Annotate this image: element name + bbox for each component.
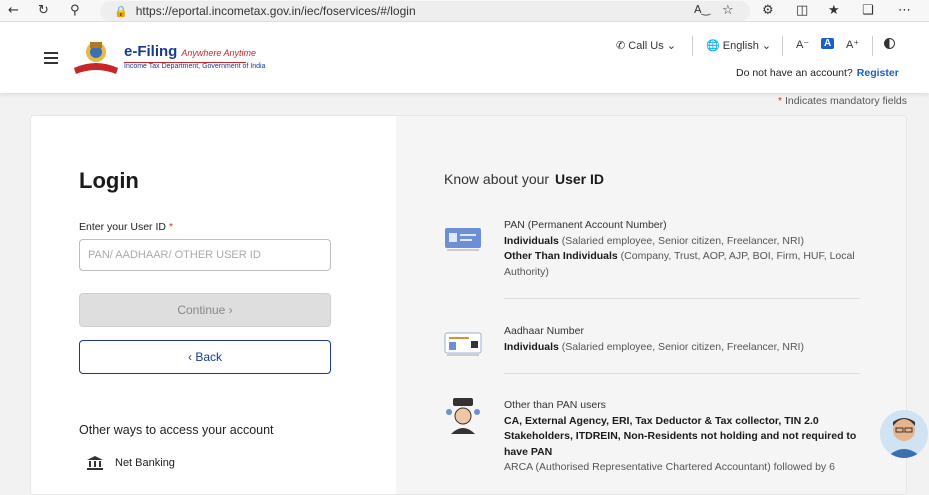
no-account-text: Do not have an account?: [736, 67, 853, 79]
info-item-text: (Salaried employee, Senior citizen, Free…: [558, 234, 804, 247]
info-item-title: Aadhaar Number: [504, 325, 584, 337]
register-link[interactable]: Register: [857, 67, 899, 79]
more-menu-icon[interactable]: ⋯: [898, 3, 911, 18]
info-item-title: PAN (Permanent Account Number): [504, 219, 667, 231]
info-heading-highlight: User ID: [554, 171, 604, 187]
info-item-bold: Individuals: [504, 340, 559, 353]
required-asterisk: *: [778, 95, 783, 107]
url-text: https://eportal.incometax.gov.in/iec/fos…: [135, 4, 416, 18]
government-emblem-icon: [74, 42, 118, 74]
info-item-line: Individuals (Salaried employee, Senior c…: [504, 234, 864, 250]
refresh-icon[interactable]: ↻: [38, 3, 49, 18]
pan-card-icon: [445, 228, 481, 251]
user-id-input[interactable]: [79, 239, 331, 271]
continue-button[interactable]: Continue ›: [79, 293, 331, 327]
bank-icon: [87, 456, 103, 470]
phone-icon: ✆: [616, 40, 626, 52]
info-item-text: (Salaried employee, Senior citizen, Free…: [558, 340, 804, 353]
logo-tagline: Anywhere Anytime: [181, 48, 257, 58]
chevron-down-icon: ⌄: [761, 40, 772, 52]
info-item-text: ARCA (Authorised Representative Chartere…: [504, 461, 835, 473]
font-increase-button[interactable]: A⁺: [846, 38, 859, 51]
back-arrow-icon[interactable]: ←: [8, 3, 19, 18]
info-item-line: Other Than Individuals (Company, Trust, …: [504, 249, 864, 280]
info-item-other-users: Other than PAN users CA, External Agency…: [504, 398, 864, 476]
register-prompt: Do not have an account? Register: [736, 67, 899, 79]
language-label: English: [722, 40, 759, 52]
info-item-line: ARCA (Authorised Representative Chartere…: [504, 460, 864, 476]
collections-icon[interactable]: ❏: [862, 3, 874, 18]
contrast-toggle-icon[interactable]: [884, 38, 895, 49]
user-id-label-text: Enter your User ID: [79, 221, 166, 233]
aadhaar-card-icon: [444, 332, 482, 356]
logo-title[interactable]: e-Filing Anywhere Anytime: [124, 43, 256, 60]
info-item-line: CA, External Agency, ERI, Tax Deductor &…: [504, 414, 864, 461]
split-screen-icon[interactable]: ◫: [796, 3, 808, 18]
chatbot-avatar[interactable]: [880, 410, 928, 458]
browser-toolbar: ← ↻ ⚲ 🔒 https://eportal.incometax.gov.in…: [0, 0, 929, 22]
globe-icon: 🌐: [706, 40, 720, 52]
hamburger-menu-icon[interactable]: [44, 52, 58, 67]
divider: [504, 373, 860, 374]
info-heading-prefix: Know about your: [444, 171, 550, 187]
info-item-title: Other than PAN users: [504, 399, 606, 411]
mandatory-note: * Indicates mandatory fields: [778, 95, 907, 107]
info-item-bold: Individuals: [504, 234, 559, 247]
info-item-aadhaar: Aadhaar Number Individuals (Salaried emp…: [504, 324, 864, 355]
language-dropdown[interactable]: 🌐 English ⌄: [706, 39, 771, 52]
call-us-label: Call Us: [628, 40, 664, 52]
net-banking-option[interactable]: Net Banking: [87, 456, 175, 470]
divider: [872, 36, 873, 56]
logo-subtitle: Income Tax Department, Government of Ind…: [124, 63, 266, 70]
search-icon[interactable]: ⚲: [70, 3, 80, 18]
back-button[interactable]: ‹ Back: [79, 340, 331, 374]
address-bar[interactable]: 🔒 https://eportal.incometax.gov.in/iec/f…: [100, 1, 750, 21]
call-us-dropdown[interactable]: ✆ Call Us ⌄: [616, 39, 676, 52]
logo-title-text: e-Filing: [124, 43, 178, 60]
chevron-down-icon: ⌄: [666, 40, 677, 52]
net-banking-label: Net Banking: [115, 457, 175, 469]
divider: [692, 36, 693, 56]
info-item-line: Individuals (Salaried employee, Senior c…: [504, 340, 864, 356]
login-card: Login Enter your User ID * Continue › ‹ …: [30, 115, 907, 495]
info-item-pan: PAN (Permanent Account Number) Individua…: [504, 218, 864, 280]
other-ways-heading: Other ways to access your account: [79, 423, 274, 437]
extensions-icon[interactable]: ⚙: [762, 3, 774, 18]
assistant-avatar-icon: [886, 418, 922, 458]
favorite-star-icon[interactable]: ☆: [722, 3, 734, 18]
font-decrease-button[interactable]: A⁻: [796, 38, 809, 51]
site-header: e-Filing Anywhere Anytime Income Tax Depa…: [0, 22, 929, 93]
favorites-list-icon[interactable]: ★: [828, 3, 840, 18]
other-users-icon: [446, 398, 480, 434]
mandatory-note-text: Indicates mandatory fields: [785, 95, 907, 107]
info-item-bold: CA, External Agency, ERI, Tax Deductor &…: [504, 414, 857, 458]
info-item-bold: Other Than Individuals: [504, 250, 618, 262]
divider: [504, 298, 860, 299]
info-heading: Know about your User ID: [444, 171, 604, 187]
page-title: Login: [79, 168, 139, 193]
read-aloud-icon[interactable]: A‿: [694, 3, 710, 16]
required-asterisk: *: [168, 221, 173, 233]
lock-icon: 🔒: [114, 5, 128, 18]
font-normal-button[interactable]: A: [821, 38, 835, 49]
user-id-label: Enter your User ID *: [79, 221, 173, 233]
divider: [782, 36, 783, 56]
